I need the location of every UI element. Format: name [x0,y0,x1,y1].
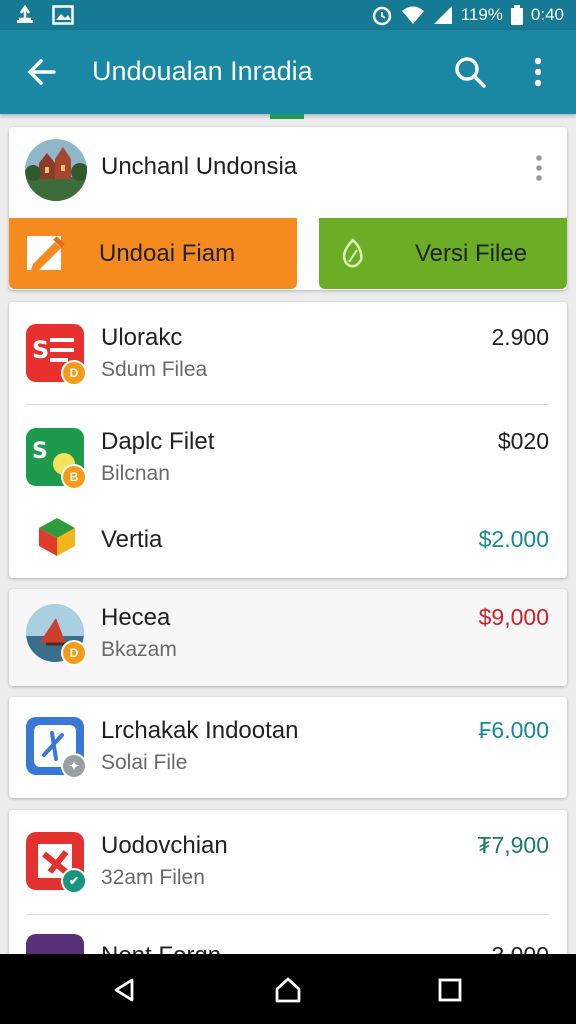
more-vert-icon[interactable] [526,54,550,90]
pencil-icon [27,235,65,270]
header-title: Unchanl Undonsia [101,153,298,180]
secondary-action-label: Versi Filee [415,239,528,267]
app-bar: Undoualan Inradia [0,30,576,114]
tab-indicator [270,114,304,119]
clock: 0:40 [530,5,564,24]
svg-text:S: S [32,336,49,364]
list-item[interactable]: ✔ Uodovchian 32am Filen ₮7,900 [9,810,567,910]
search-icon[interactable] [452,54,488,90]
svg-text:S: S [32,439,48,464]
list-item[interactable]: Vertia $2.000 [9,498,567,578]
item-price: ₮7,900 [477,832,549,858]
item-name: Hecea [101,604,171,631]
navigation-bar [0,954,576,1024]
cube-icon [39,518,75,556]
item-subtitle: Solai File [101,751,188,774]
item-price: $020 [497,428,549,454]
item-name: Ulorakc [101,324,183,351]
list-item[interactable]: ✦ Lrchakak Indootan Solai File ₣6.000 [9,697,567,795]
file-group-card: ✔ Uodovchian 32am Filen ₮7,900 Nent Forg… [9,810,567,970]
header-card: Unchanl Undonsia Undoai Fiam Versi Filee [9,127,567,290]
item-subtitle: Bkazam [101,638,177,661]
primary-action-label: Undoai Fiam [99,239,236,267]
status-bar: 119% 0:40 [0,0,576,30]
file-group-card: S D Ulorakc Sdum Filea 2.900 S B Daplc F… [9,302,567,578]
battery-percent: 119% [460,5,503,24]
primary-action-button[interactable]: Undoai Fiam [9,218,297,289]
nav-back-icon[interactable] [110,976,138,1004]
header-more-icon[interactable] [529,153,549,183]
app-badge: D [61,640,87,666]
back-arrow-icon[interactable] [24,54,60,90]
wifi-icon [401,6,424,24]
file-card[interactable]: D Hecea Bkazam $9,000 [9,589,567,686]
item-subtitle: 32am Filen [101,866,205,889]
secondary-action-button[interactable]: Versi Filee [319,218,567,289]
signal-icon [433,6,452,24]
item-name: Uodovchian [101,832,228,859]
list-item[interactable]: D Hecea Bkazam $9,000 [9,589,567,682]
item-price: $2.000 [478,526,549,552]
nav-recents-icon[interactable] [436,976,464,1004]
page-title: Undoualan Inradia [92,56,313,86]
app-badge: ✔ [61,868,87,894]
list-item[interactable]: S D Ulorakc Sdum Filea 2.900 [9,302,567,402]
file-card[interactable]: ✦ Lrchakak Indootan Solai File ₣6.000 [9,697,567,798]
app-badge: ✦ [61,753,87,779]
image-icon [52,5,74,25]
leaf-icon [342,237,363,267]
notification-icon [17,5,33,23]
item-price: ₣6.000 [478,717,549,743]
item-subtitle: Sdum Filea [101,358,208,381]
list-item[interactable]: S B Daplc Filet Bilcnan $020 [9,406,567,506]
item-name: Vertia [101,526,163,553]
app-badge: B [61,464,87,490]
header-avatar [25,139,87,201]
item-name: Lrchakak Indootan [101,717,299,744]
app-badge: D [61,360,87,386]
item-name: Daplc Filet [101,428,215,455]
nav-home-icon[interactable] [274,976,302,1004]
alarm-icon [372,6,391,26]
divider [26,404,549,405]
battery-icon [510,5,523,25]
item-subtitle: Bilcnan [101,462,170,485]
item-price: $9,000 [478,604,549,630]
item-price: 2.900 [491,324,549,350]
